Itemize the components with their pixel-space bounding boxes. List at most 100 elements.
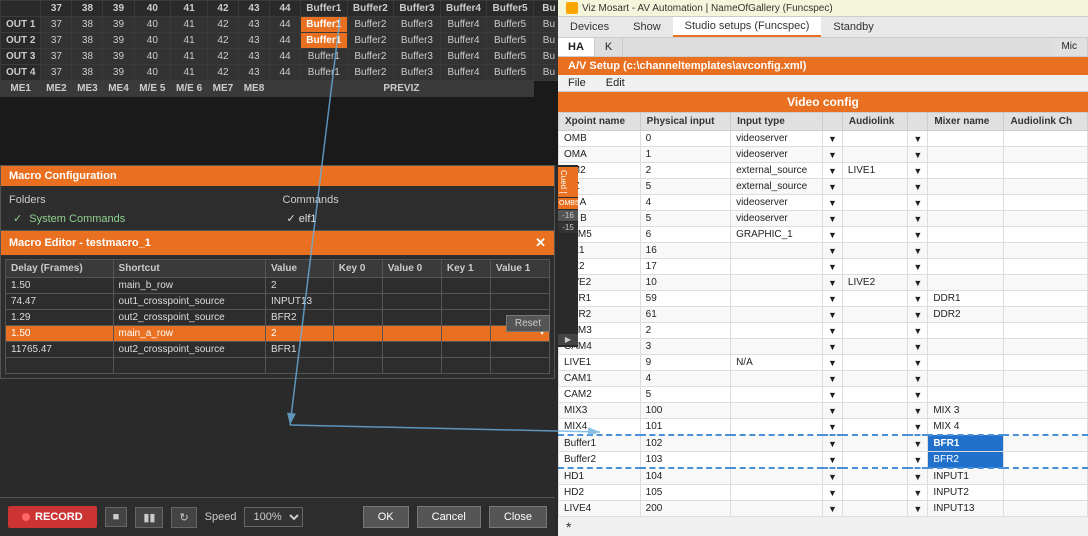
vc-row-omb[interactable]: OMB0videoserver▼▼ (559, 131, 1088, 147)
show-nav[interactable]: Show (621, 18, 673, 36)
vc-row-viz[interactable]: VIZ5external_source▼▼ (559, 179, 1088, 195)
routing-matrix: 37 38 39 40 41 42 43 44 Buffer1 Buffer2 … (0, 0, 565, 165)
macro-row-2[interactable]: 74.47 out1_crosspoint_source INPUT13 (6, 294, 550, 310)
macro-row-4-selected[interactable]: 1.50 main_a_row 2 ▼ (6, 326, 550, 342)
vc-row-vsa[interactable]: VS A4videoserver▼▼ (559, 195, 1088, 211)
macro-row-empty (6, 358, 550, 374)
row-label-out3: OUT 3 (1, 49, 41, 65)
col-h4: 40 (134, 1, 171, 17)
col-h1: 37 (41, 1, 72, 17)
vc-row-me1[interactable]: ME116▼▼ (559, 243, 1088, 259)
th-physical: Physical input (640, 113, 730, 131)
vc-row-live2[interactable]: LIVE210▼LIVE2▼ (559, 275, 1088, 291)
tab-k[interactable]: K (595, 38, 623, 56)
refresh-button[interactable]: ↻ (171, 507, 196, 528)
app-title: Viz Mosart - AV Automation | NameOfGalle… (582, 3, 833, 14)
macro-row-5[interactable]: 11765.47 out2_crosspoint_source BFR1 (6, 342, 550, 358)
col-h5: 41 (171, 1, 208, 17)
vc-row-live4[interactable]: LIVE4200▼▼INPUT13 (559, 501, 1088, 517)
col-value1: Value 1 (490, 260, 549, 278)
th-dd2 (908, 113, 928, 131)
video-config-table-container[interactable]: Xpoint name Physical input Input type Au… (558, 112, 1088, 532)
matrix-table: 37 38 39 40 41 42 43 44 Buffer1 Buffer2 … (0, 0, 565, 97)
close-button[interactable]: Close (489, 506, 547, 528)
col-h13: Buffer5 (487, 1, 534, 17)
edit-menu[interactable]: Edit (596, 75, 635, 91)
vc-row-live1[interactable]: LIVE19N/A▼▼ (559, 355, 1088, 371)
vc-row-mix3[interactable]: MIX3100▼▼MIX 3 (559, 403, 1088, 419)
tab-mic[interactable]: Mic (1051, 38, 1088, 56)
col-key1: Key 1 (441, 260, 490, 278)
elf1-item[interactable]: ✓ elf1 (283, 210, 547, 227)
pause-button[interactable]: ▮▮ (135, 507, 163, 528)
col-h12: Buffer4 (440, 1, 487, 17)
vc-row-cam4[interactable]: CAM43▼▼ (559, 339, 1088, 355)
ok-button[interactable]: OK (363, 506, 409, 528)
vc-row-cam5[interactable]: CAM56GRAPHIC_1▼▼ (559, 227, 1088, 243)
th-mixer: Mixer name (928, 113, 1004, 131)
col-h9: Buffer1 (301, 1, 348, 17)
vc-row-hd2[interactable]: HD2105▼▼INPUT2 (559, 485, 1088, 501)
col-h10: Buffer2 (347, 1, 394, 17)
th-input-type: Input type (731, 113, 823, 131)
macro-table: Delay (Frames) Shortcut Value Key 0 Valu… (5, 259, 550, 374)
folders-label: Folders (9, 194, 273, 206)
vc-row-cam2[interactable]: CAM25▼▼ (559, 387, 1088, 403)
commands-label: Commands (283, 194, 547, 206)
col-h7: 43 (238, 1, 269, 17)
studio-setups-nav[interactable]: Studio setups (Funcspec) (673, 17, 822, 37)
macro-editor-dialog: Macro Editor - testmacro_1 ✕ Delay (Fram… (0, 230, 555, 379)
vc-row-mix4[interactable]: MIX4101▼▼MIX 4 (559, 419, 1088, 436)
check-icon2: ✓ (287, 213, 296, 225)
cancel-button[interactable]: Cancel (417, 506, 481, 528)
row-label-out4: OUT 4 (1, 65, 41, 81)
transet-indicator: ▶ (558, 334, 578, 345)
num-indicator-2: -15 (558, 222, 578, 233)
me-label: ME1 (1, 81, 41, 97)
reset-button[interactable]: Reset (506, 315, 550, 332)
vc-row-buffer2[interactable]: Buffer2103▼▼BFR2 (559, 452, 1088, 469)
record-button[interactable]: RECORD (8, 506, 97, 528)
check-icon: ✓ (13, 213, 22, 225)
vc-row-me2[interactable]: ME217▼▼ (559, 259, 1088, 275)
vc-row-ddr2[interactable]: DDR261▼▼DDR2 (559, 307, 1088, 323)
th-dd1 (822, 113, 842, 131)
vc-row-cam1[interactable]: CAM14▼▼ (559, 371, 1088, 387)
tab-ha[interactable]: HA (558, 38, 595, 56)
macro-row-3[interactable]: 1.29 out2_crosspoint_source BFR2 (6, 310, 550, 326)
add-row-button[interactable]: * (558, 517, 579, 532)
row-label-out1: OUT 1 (1, 17, 41, 33)
th-xpoint: Xpoint name (559, 113, 641, 131)
vc-row-ddr1[interactable]: DDR159▼▼DDR1 (559, 291, 1088, 307)
macro-config-title: Macro Configuration (1, 166, 554, 186)
app-icon (566, 2, 578, 14)
matrix-corner (1, 1, 41, 17)
macro-editor-close-icon[interactable]: ✕ (535, 235, 546, 251)
col-h11: Buffer3 (394, 1, 441, 17)
record-dot-icon (22, 513, 30, 521)
devices-nav[interactable]: Devices (558, 18, 621, 36)
standby-nav[interactable]: Standby (821, 18, 885, 36)
vc-row-vsb[interactable]: VS B5videoserver▼▼ (559, 211, 1088, 227)
file-menu[interactable]: File (558, 75, 596, 91)
th-audiolink-ch: Audiolink Ch (1004, 113, 1088, 131)
col-h2: 38 (72, 1, 103, 17)
col-h8: 44 (270, 1, 301, 17)
stop-button[interactable]: ■ (105, 507, 128, 527)
macro-row-1[interactable]: 1.50 main_b_row 2 (6, 278, 550, 294)
vc-row-buffer1[interactable]: Buffer1102▼▼BFR1 (559, 435, 1088, 452)
app-title-bar: Viz Mosart - AV Automation | NameOfGalle… (558, 0, 1088, 17)
speed-select[interactable]: 100% 75% 50% (244, 507, 303, 527)
menu-bar: File Edit (558, 75, 1088, 92)
col-value: Value (265, 260, 333, 278)
tab-spacer (623, 38, 1051, 56)
system-commands-item[interactable]: ✓ System Commands (9, 210, 273, 227)
vc-row-oma[interactable]: OMA1videoserver▼▼ (559, 147, 1088, 163)
speed-label: Speed (205, 511, 237, 523)
vc-row-om2[interactable]: OM22external_source▼LIVE1▼ (559, 163, 1088, 179)
folders-section: Folders ✓ System Commands (9, 194, 273, 227)
cued-indicator: Cued [ (558, 167, 578, 197)
vc-row-hd1[interactable]: HD1104▼▼INPUT1 (559, 468, 1088, 485)
row-label-out2: OUT 2 (1, 33, 41, 49)
vc-row-cam3[interactable]: CAM32▼▼ (559, 323, 1088, 339)
